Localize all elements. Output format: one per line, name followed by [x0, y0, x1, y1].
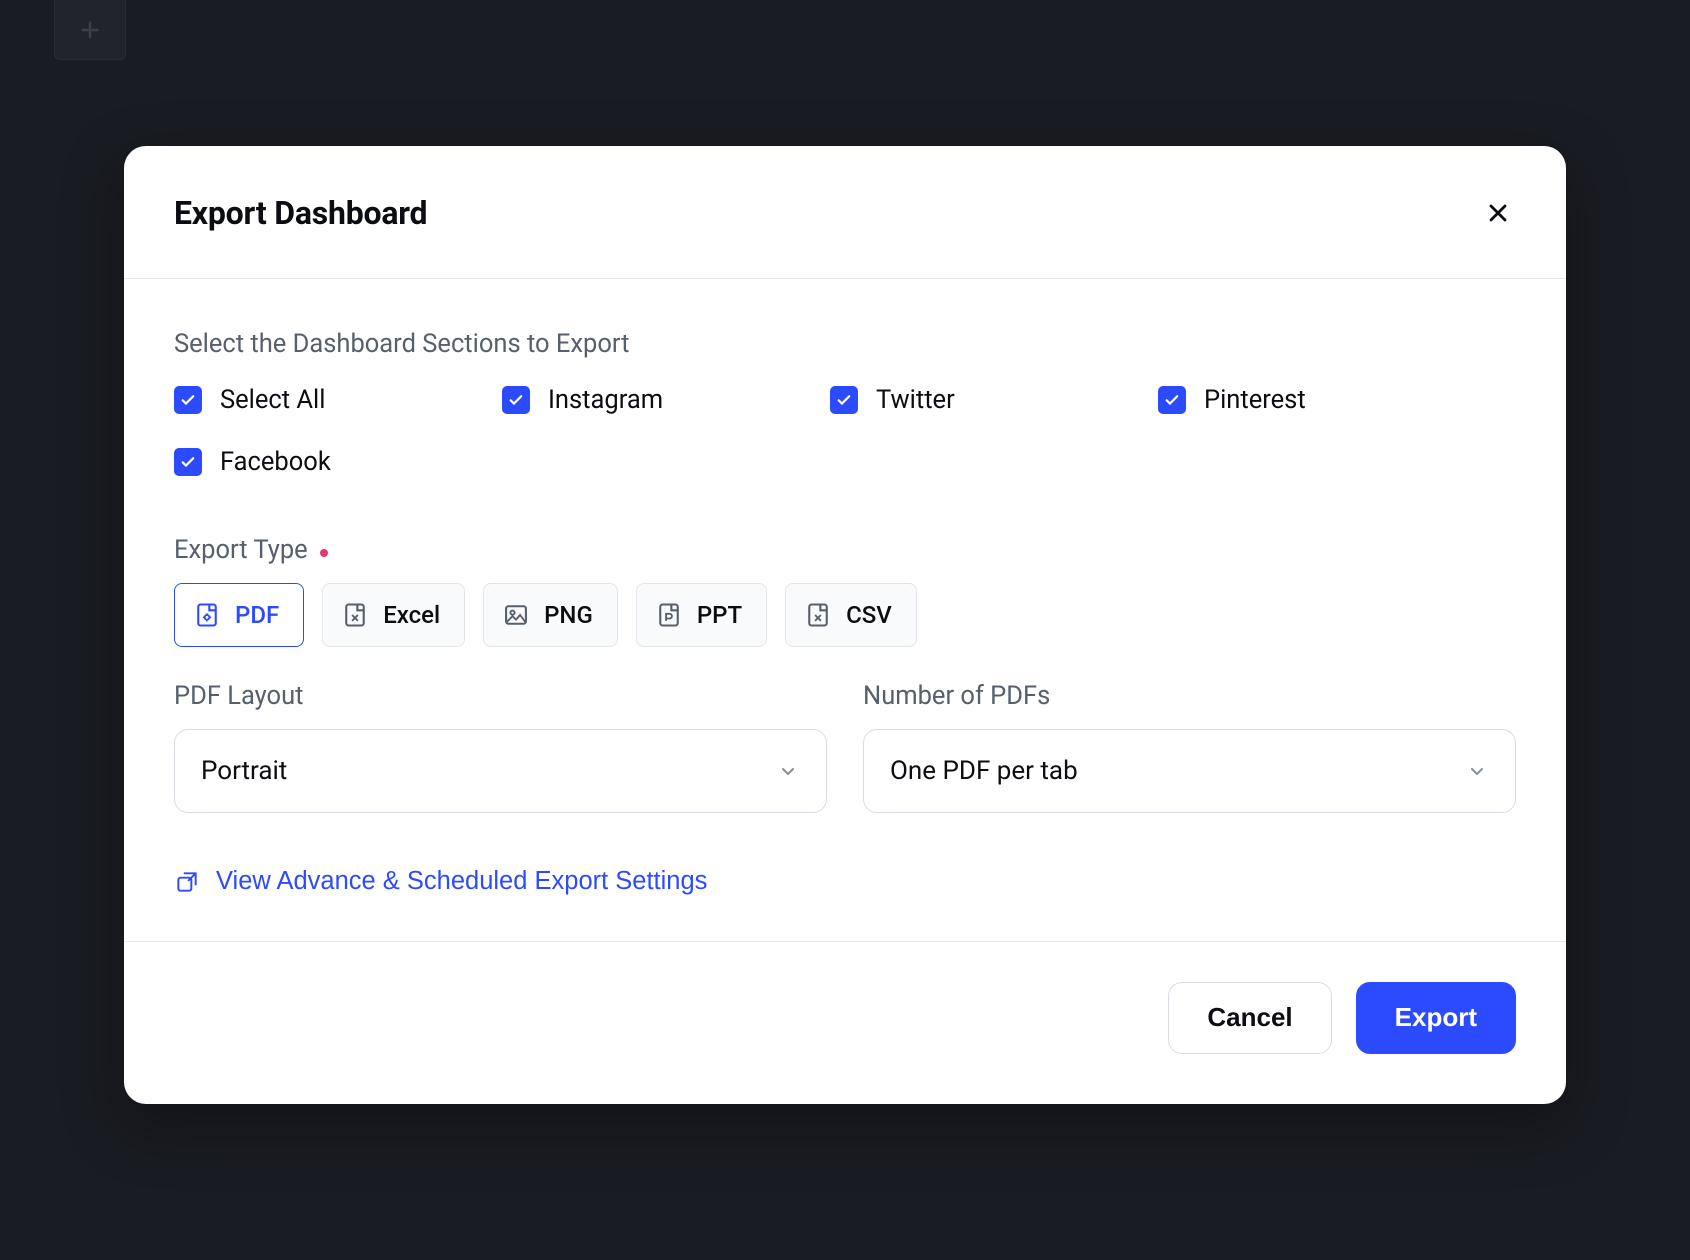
export-type-csv[interactable]: CSV: [785, 583, 917, 647]
file-ppt-icon: [655, 601, 683, 629]
checkbox-select-all[interactable]: Select All: [174, 385, 502, 415]
advanced-settings-link[interactable]: View Advance & Scheduled Export Settings: [174, 867, 707, 896]
close-button[interactable]: [1480, 195, 1516, 231]
modal-title: Export Dashboard: [174, 194, 427, 232]
check-icon: [835, 391, 853, 409]
close-icon: [1484, 199, 1512, 227]
pdf-layout-label: PDF Layout: [174, 681, 827, 711]
export-type-excel[interactable]: Excel: [322, 583, 465, 647]
chevron-down-icon: [1465, 759, 1489, 783]
modal-header: Export Dashboard: [124, 146, 1566, 279]
checkbox-box[interactable]: [830, 386, 858, 414]
checkbox-label: Facebook: [220, 447, 331, 477]
checkbox-instagram[interactable]: Instagram: [502, 385, 830, 415]
checkbox-facebook[interactable]: Facebook: [174, 447, 502, 477]
num-pdfs-column: Number of PDFs One PDF per tab: [863, 681, 1516, 813]
cancel-button[interactable]: Cancel: [1168, 982, 1331, 1054]
file-pdf-icon: [193, 601, 221, 629]
num-pdfs-label: Number of PDFs: [863, 681, 1516, 711]
chip-label: Excel: [383, 601, 440, 629]
export-type-options: PDF Excel PNG: [174, 583, 1516, 647]
export-dashboard-modal: Export Dashboard Select the Dashboard Se…: [124, 146, 1566, 1104]
chip-label: PPT: [697, 601, 742, 629]
pdf-layout-column: PDF Layout Portrait: [174, 681, 827, 813]
modal-body: Select the Dashboard Sections to Export …: [124, 279, 1566, 941]
sections-label: Select the Dashboard Sections to Export: [174, 329, 1516, 359]
export-type-png[interactable]: PNG: [483, 583, 618, 647]
checkbox-twitter[interactable]: Twitter: [830, 385, 1158, 415]
modal-footer: Cancel Export: [124, 941, 1566, 1104]
checkbox-label: Select All: [220, 385, 325, 415]
chip-label: CSV: [846, 601, 892, 629]
file-excel-icon: [341, 601, 369, 629]
layout-row: PDF Layout Portrait Number of PDFs One P…: [174, 681, 1516, 813]
chip-label: PDF: [235, 601, 279, 629]
chip-label: PNG: [544, 601, 593, 629]
export-button[interactable]: Export: [1356, 982, 1516, 1054]
check-icon: [179, 453, 197, 471]
select-value: Portrait: [201, 756, 287, 786]
sections-checkbox-grid: Select All Instagram Twitter Pinterest: [174, 385, 1516, 477]
checkbox-box[interactable]: [174, 386, 202, 414]
required-indicator-icon: [320, 549, 328, 557]
checkbox-box[interactable]: [1158, 386, 1186, 414]
export-type-pdf[interactable]: PDF: [174, 583, 304, 647]
file-csv-icon: [804, 601, 832, 629]
export-type-ppt[interactable]: PPT: [636, 583, 767, 647]
checkbox-box[interactable]: [174, 448, 202, 476]
checkbox-pinterest[interactable]: Pinterest: [1158, 385, 1516, 415]
checkbox-label: Pinterest: [1204, 385, 1306, 415]
pdf-layout-select[interactable]: Portrait: [174, 729, 827, 813]
add-tab-button[interactable]: [54, 0, 126, 60]
external-settings-icon: [174, 869, 200, 895]
chevron-down-icon: [776, 759, 800, 783]
advanced-link-text: View Advance & Scheduled Export Settings: [216, 867, 707, 896]
check-icon: [507, 391, 525, 409]
checkbox-label: Instagram: [548, 385, 663, 415]
check-icon: [1163, 391, 1181, 409]
checkbox-label: Twitter: [876, 385, 955, 415]
image-icon: [502, 601, 530, 629]
checkbox-box[interactable]: [502, 386, 530, 414]
plus-icon: [77, 17, 103, 43]
num-pdfs-select[interactable]: One PDF per tab: [863, 729, 1516, 813]
check-icon: [179, 391, 197, 409]
select-value: One PDF per tab: [890, 756, 1078, 786]
export-type-label: Export Type: [174, 535, 308, 565]
export-type-section: Export Type PDF: [174, 535, 1516, 647]
